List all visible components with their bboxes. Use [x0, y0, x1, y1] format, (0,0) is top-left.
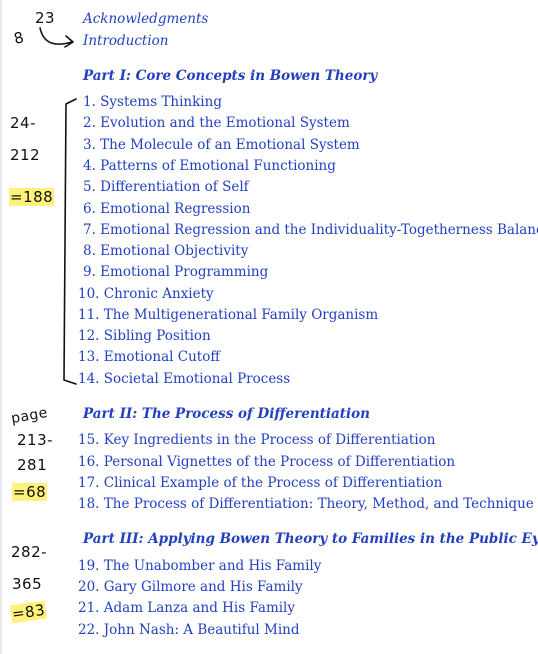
chapter-link[interactable]: 21. Adam Lanza and His Family — [78, 600, 295, 616]
chapter-link[interactable]: 6. Emotional Regression — [83, 201, 250, 217]
arrow-head — [64, 35, 74, 48]
part-1-heading[interactable]: Part I: Core Concepts in Bowen Theory — [83, 68, 377, 84]
note-part3-end: 365 — [12, 575, 43, 593]
chapter-link[interactable]: 9. Emotional Programming — [83, 264, 268, 280]
chapter-link[interactable]: 11. The Multigenerational Family Organis… — [78, 307, 378, 323]
note-page-label: page — [9, 404, 50, 428]
chapter-link[interactable]: 18. The Process of Differentiation: Theo… — [78, 496, 534, 512]
note-part1-start: 24- — [10, 114, 36, 132]
part-2-heading[interactable]: Part II: The Process of Differentiation — [83, 406, 370, 422]
chapter-link[interactable]: 16. Personal Vignettes of the Process of… — [78, 454, 455, 470]
note-part3-start: 282- — [11, 543, 48, 561]
toc-link-acknowledgments[interactable]: Acknowledgments — [83, 11, 208, 27]
note-part1-total: =188 — [9, 188, 55, 206]
part-3-heading[interactable]: Part III: Applying Bowen Theory to Famil… — [83, 531, 538, 547]
note-part2-end: 281 — [17, 456, 48, 474]
chapter-link[interactable]: 10. Chronic Anxiety — [78, 286, 214, 302]
part-1-bracket — [63, 98, 77, 385]
chapter-link[interactable]: 20. Gary Gilmore and His Family — [78, 579, 303, 595]
chapter-link[interactable]: 14. Societal Emotional Process — [78, 371, 290, 387]
note-part1-end: 212 — [10, 146, 41, 164]
handwriting-strokes — [39, 27, 77, 385]
chapter-link[interactable]: 8. Emotional Objectivity — [83, 243, 248, 259]
note-front-start: 8 — [11, 28, 27, 48]
chapter-link[interactable]: 7. Emotional Regression and the Individu… — [83, 222, 538, 238]
chapter-link[interactable]: 13. Emotional Cutoff — [78, 349, 220, 365]
chapter-link[interactable]: 22. John Nash: A Beautiful Mind — [78, 622, 300, 638]
chapter-link[interactable]: 19. The Unabomber and His Family — [78, 558, 321, 574]
note-front-end: 23 — [35, 9, 56, 27]
chapter-link[interactable]: 17. Clinical Example of the Process of D… — [78, 475, 442, 491]
arrow-curve — [39, 27, 73, 45]
chapter-link[interactable]: 5. Differentiation of Self — [83, 179, 249, 195]
chapter-link[interactable]: 2. Evolution and the Emotional System — [83, 115, 350, 131]
chapter-link[interactable]: 1. Systems Thinking — [83, 94, 222, 110]
chapter-link[interactable]: 3. The Molecule of an Emotional System — [83, 137, 360, 153]
note-part3-total: =83 — [9, 600, 48, 624]
note-part2-start: 213- — [17, 431, 54, 449]
chapter-link[interactable]: 12. Sibling Position — [78, 328, 211, 344]
note-part2-total: =68 — [12, 483, 48, 501]
chapter-link[interactable]: 4. Patterns of Emotional Functioning — [83, 158, 336, 174]
page-edge — [0, 0, 2, 654]
toc-link-introduction[interactable]: Introduction — [83, 33, 169, 49]
chapter-link[interactable]: 15. Key Ingredients in the Process of Di… — [78, 432, 436, 448]
